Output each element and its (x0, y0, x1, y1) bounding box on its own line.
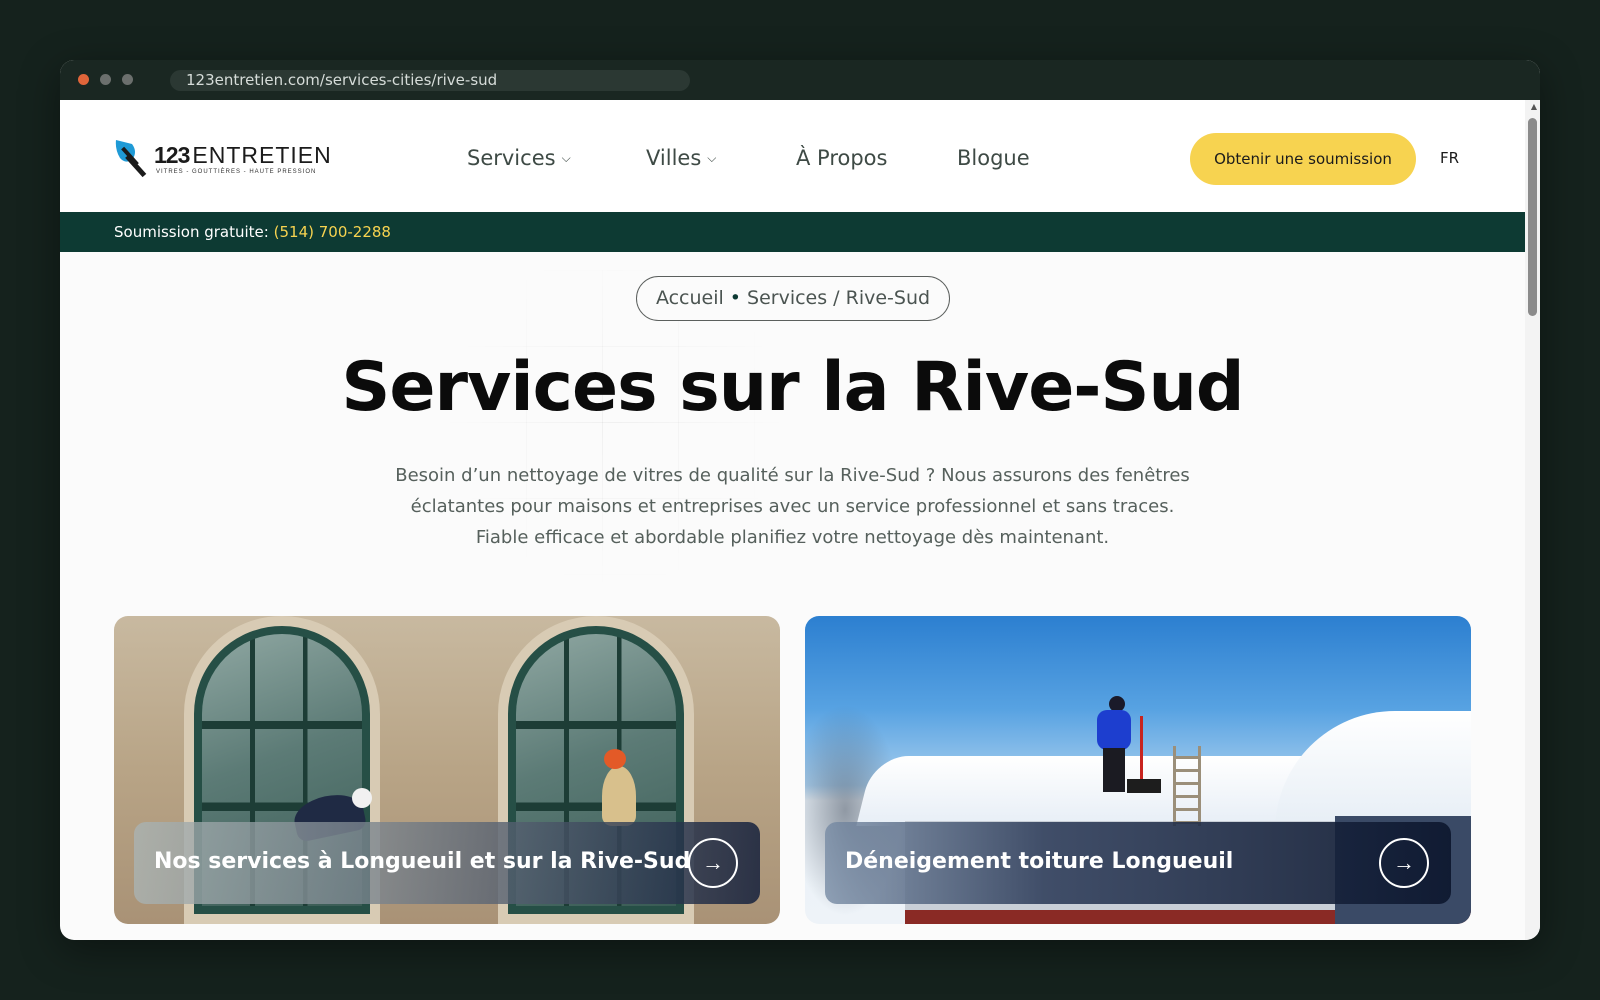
address-bar[interactable]: 123entretien.com/services-cities/rive-su… (170, 70, 690, 91)
breadcrumb-separator: • (729, 287, 742, 309)
service-card-deneigement[interactable]: Déneigement toiture Longueuil → (805, 616, 1471, 924)
page-title: Services sur la Rive-Sud (341, 348, 1244, 427)
logo-wordmark: 123 ENTRETIEN (154, 142, 332, 169)
breadcrumb-home-link[interactable]: Accueil (656, 287, 724, 309)
logo-name: ENTRETIEN (192, 142, 332, 168)
worker-figure (1097, 696, 1137, 792)
worker-figure (602, 766, 636, 826)
arrow-right-icon[interactable]: → (1379, 838, 1429, 888)
minimize-window-button[interactable] (100, 74, 111, 85)
page-viewport: ▲ 123 ENTRETIEN VITRES - GOUTTIÈRES - HAU… (60, 100, 1540, 940)
arrow-right-icon[interactable]: → (688, 838, 738, 888)
chevron-down-icon: ⌵ (561, 151, 571, 165)
close-window-button[interactable] (78, 74, 89, 85)
nav-villes-label: Villes (646, 146, 702, 170)
nav-services[interactable]: Services ⌵ (467, 146, 571, 170)
shovel (1127, 779, 1161, 793)
card-title: Nos services à Longueuil et sur la Rive-… (154, 849, 691, 874)
scrollbar-thumb[interactable] (1528, 118, 1537, 316)
browser-window: 123entretien.com/services-cities/rive-su… (60, 60, 1540, 940)
shovel (1140, 716, 1143, 782)
logo-tagline: VITRES - GOUTTIÈRES - HAUTE PRESSION (156, 169, 317, 175)
service-card-longueuil[interactable]: Nos services à Longueuil et sur la Rive-… (114, 616, 780, 924)
logo-number: 123 (154, 142, 190, 168)
breadcrumb: Accueil • Services / Rive-Sud (636, 276, 950, 321)
ladder (1173, 746, 1201, 826)
browser-titlebar: 123entretien.com/services-cities/rive-su… (60, 60, 1540, 100)
chevron-down-icon: ⌵ (707, 151, 717, 165)
worker-legs (1103, 748, 1125, 792)
free-quote-bar: Soumission gratuite: (514) 700-2288 (60, 212, 1525, 252)
worker-figure (352, 788, 372, 808)
worker-body (1097, 710, 1131, 750)
breadcrumb-current: Services / Rive-Sud (747, 287, 931, 309)
phone-link[interactable]: (514) 700-2288 (274, 223, 391, 241)
squeegee-drop-icon (115, 140, 147, 178)
language-switcher[interactable]: FR (1440, 149, 1459, 167)
nav-services-label: Services (467, 146, 556, 170)
card-title: Déneigement toiture Longueuil (845, 849, 1234, 874)
card-caption: Nos services à Longueuil et sur la Rive-… (134, 822, 760, 904)
card-caption: Déneigement toiture Longueuil → (825, 822, 1451, 904)
maximize-window-button[interactable] (122, 74, 133, 85)
free-quote-label: Soumission gratuite: (114, 223, 269, 241)
site-logo[interactable]: 123 ENTRETIEN VITRES - GOUTTIÈRES - HAUTE… (112, 138, 331, 182)
worker-figure (604, 749, 626, 769)
get-quote-button[interactable]: Obtenir une soumission (1190, 133, 1416, 185)
nav-blogue[interactable]: Blogue (957, 146, 1030, 170)
nav-a-propos[interactable]: À Propos (796, 146, 887, 170)
scroll-up-icon[interactable]: ▲ (1531, 102, 1537, 111)
scrollbar[interactable]: ▲ (1525, 100, 1540, 940)
page-description: Besoin d’un nettoyage de vitres de quali… (395, 465, 1190, 548)
site-header: 123 ENTRETIEN VITRES - GOUTTIÈRES - HAUTE… (60, 100, 1525, 212)
nav-villes[interactable]: Villes ⌵ (646, 146, 716, 170)
